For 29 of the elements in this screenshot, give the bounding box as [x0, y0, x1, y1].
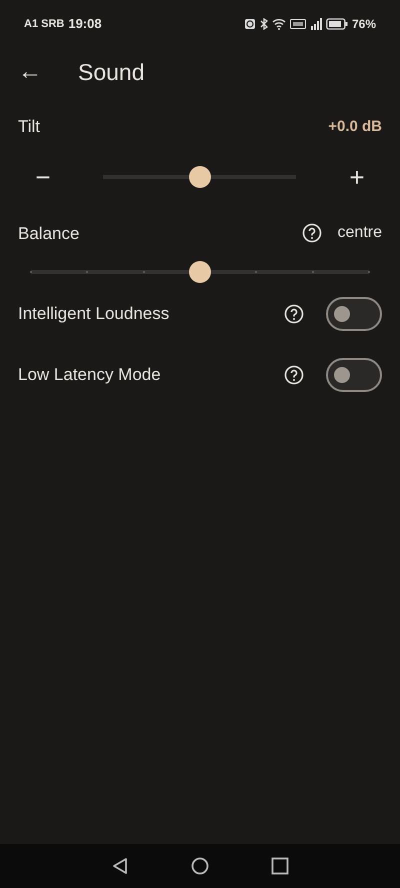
decrease-button[interactable]: − — [28, 164, 58, 190]
help-icon — [284, 304, 304, 324]
slider-thumb[interactable] — [189, 261, 211, 283]
signal-icon — [310, 18, 322, 30]
slider-thumb[interactable] — [188, 166, 210, 188]
help-icon — [284, 365, 304, 385]
back-button[interactable]: ← — [18, 60, 42, 84]
battery-level: 76% — [352, 16, 376, 33]
help-icon — [302, 223, 322, 244]
setting-label: Balance — [18, 222, 80, 244]
carrier-name: A1 SRB — [24, 16, 64, 32]
setting-value: centre — [338, 223, 382, 244]
setting-label: Tilt — [18, 116, 40, 138]
setting-value: +0.0 dB — [328, 116, 382, 136]
volte-icon — [290, 19, 306, 29]
increase-button[interactable]: + — [342, 164, 372, 190]
back-icon[interactable] — [111, 857, 129, 875]
battery-icon — [326, 18, 348, 30]
alarm-icon — [244, 18, 256, 30]
toggle-switch[interactable] — [326, 297, 382, 331]
page-title: Sound — [78, 58, 145, 87]
bluetooth-icon — [260, 18, 268, 30]
setting-label: Low Latency Mode — [18, 364, 161, 386]
wifi-icon — [272, 18, 286, 30]
toggle-switch[interactable] — [326, 358, 382, 392]
status-time: 19:08 — [68, 15, 102, 34]
recents-icon[interactable] — [271, 857, 289, 875]
home-icon[interactable] — [191, 857, 209, 875]
setting-label: Intelligent Loudness — [18, 303, 170, 326]
